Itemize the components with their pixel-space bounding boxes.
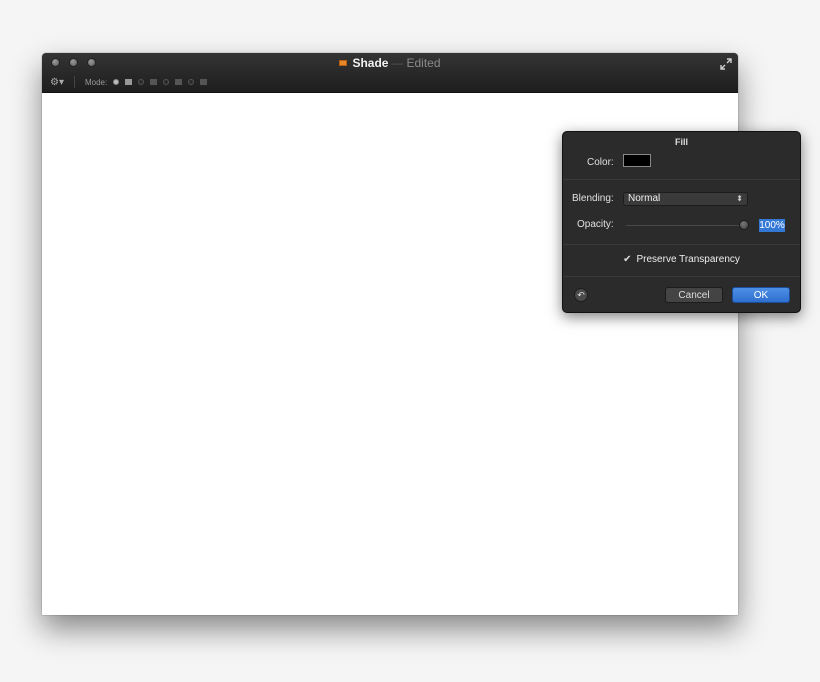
color-swatch[interactable] — [623, 154, 651, 167]
chevron-updown-icon: ⬍ — [736, 194, 743, 203]
panel-divider — [563, 276, 800, 277]
edited-status: Edited — [406, 56, 441, 70]
panel-divider — [563, 179, 800, 180]
reset-icon[interactable]: ↶ — [574, 288, 588, 302]
panel-title: Fill — [675, 137, 688, 147]
document-icon — [339, 60, 348, 66]
document-name: Shade — [352, 56, 389, 70]
mode-radio-mask[interactable] — [188, 79, 195, 85]
panel-divider — [563, 244, 800, 245]
mode-radio-multiply[interactable] — [138, 79, 145, 85]
window-title: Shade — Edited — [42, 56, 738, 70]
checkmark-icon: ✔ — [623, 254, 632, 265]
title-separator: — — [391, 56, 404, 70]
fill-panel: Fill Color: Blending: Normal ⬍ Opacity: … — [562, 131, 801, 313]
mode-overlay-icon — [175, 79, 183, 85]
color-label: Color: — [587, 157, 614, 168]
blending-label: Blending: — [572, 193, 614, 204]
blending-value: Normal — [628, 193, 661, 204]
mode-mask-icon — [200, 79, 208, 85]
fullscreen-icon[interactable] — [720, 57, 732, 70]
preserve-transparency-checkbox[interactable]: ✔ Preserve Transparency — [563, 254, 800, 265]
opacity-slider-track[interactable] — [626, 225, 746, 226]
opacity-field[interactable]: 100% — [759, 219, 785, 232]
preserve-transparency-label: Preserve Transparency — [636, 254, 740, 265]
toolbar: ⚙▾ Mode: — [50, 75, 208, 89]
toolbar-divider — [73, 76, 75, 88]
mode-radio-normal[interactable] — [113, 79, 120, 85]
gear-icon[interactable]: ⚙▾ — [50, 77, 64, 88]
blending-select[interactable]: Normal ⬍ — [623, 192, 748, 206]
cancel-button[interactable]: Cancel — [665, 287, 723, 303]
mode-multiply-icon — [150, 79, 158, 85]
ok-button[interactable]: OK — [732, 287, 790, 303]
mode-label: Mode: — [84, 77, 108, 87]
mode-normal-icon — [125, 79, 133, 85]
mode-radio-overlay[interactable] — [163, 79, 170, 85]
opacity-slider-knob[interactable] — [739, 220, 749, 230]
opacity-label: Opacity: — [577, 219, 614, 230]
title-bar[interactable]: Shade — Edited ⚙▾ Mode: — [42, 53, 738, 93]
